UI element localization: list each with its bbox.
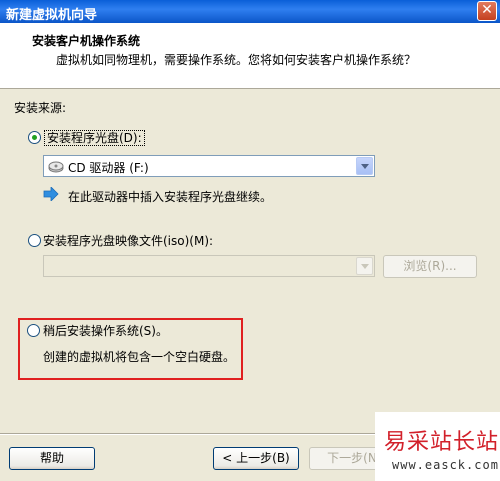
- option-later-description: 创建的虚拟机将包含一个空白硬盘。: [43, 350, 236, 364]
- drive-select[interactable]: CD 驱动器 (F:): [43, 155, 375, 177]
- cd-drive-icon: [48, 161, 64, 173]
- close-icon: ✕: [481, 2, 493, 18]
- browse-button[interactable]: 浏览(R)...: [383, 255, 477, 278]
- install-source-label: 安装来源:: [14, 101, 67, 115]
- drive-select-value: CD 驱动器 (F:): [68, 161, 149, 175]
- chevron-down-icon[interactable]: [356, 257, 373, 275]
- watermark-url: www.easck.com: [392, 458, 499, 472]
- chevron-down-icon[interactable]: [356, 157, 373, 175]
- radio-disc[interactable]: [28, 131, 41, 144]
- option-disc-label-text: 安装程序光盘(D):: [44, 130, 145, 146]
- option-iso-label[interactable]: 安装程序光盘映像文件(iso)(M):: [43, 232, 213, 249]
- option-later-label[interactable]: 稍后安装操作系统(S)。: [43, 322, 168, 339]
- radio-install-later[interactable]: [27, 324, 40, 337]
- watermark-text: 易采站长站: [384, 430, 500, 455]
- wizard-header: 安装客户机操作系统 虚拟机如同物理机，需要操作系统。您将如何安装客户机操作系统？: [0, 23, 500, 89]
- title-bar: 新建虚拟机向导 ✕: [0, 0, 500, 23]
- header-subtitle: 虚拟机如同物理机，需要操作系统。您将如何安装客户机操作系统？: [56, 53, 417, 67]
- back-button[interactable]: < 上一步(B): [213, 447, 299, 470]
- help-button[interactable]: 帮助: [9, 447, 95, 470]
- close-button[interactable]: ✕: [477, 1, 497, 21]
- arrow-right-icon: [43, 187, 59, 201]
- disc-hint: 在此驱动器中插入安装程序光盘继续。: [68, 190, 273, 204]
- window-title: 新建虚拟机向导: [6, 8, 98, 23]
- option-disc-label[interactable]: 安装程序光盘(D):: [44, 129, 145, 146]
- iso-path-select[interactable]: [43, 255, 375, 277]
- header-title: 安装客户机操作系统: [32, 34, 141, 48]
- radio-iso[interactable]: [28, 234, 41, 247]
